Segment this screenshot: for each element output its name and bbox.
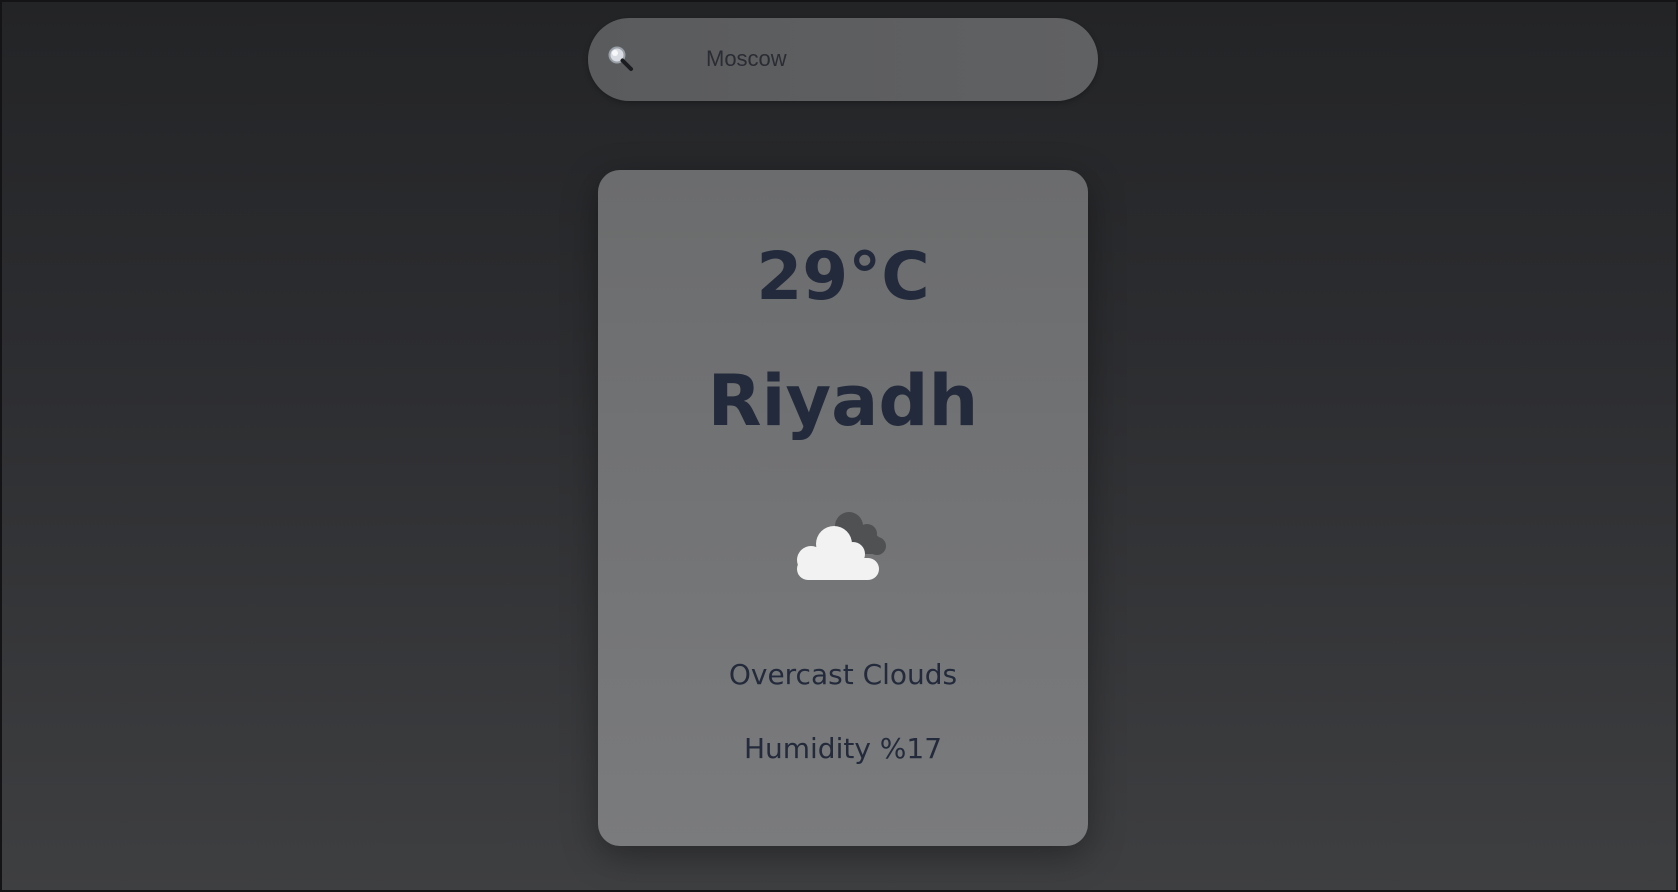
search-input[interactable] (706, 38, 1066, 80)
weather-description: Overcast Clouds (728, 658, 958, 691)
temperature: 29°C (756, 238, 930, 315)
overcast-clouds-icon (791, 508, 895, 582)
weather-card: 29°C Riyadh Overcast Clouds Humidity %17 (598, 170, 1088, 846)
humidity: Humidity %17 (743, 732, 943, 765)
search-icon[interactable] (606, 44, 636, 74)
city-name: Riyadh (707, 360, 979, 442)
search-bar[interactable] (588, 18, 1098, 101)
